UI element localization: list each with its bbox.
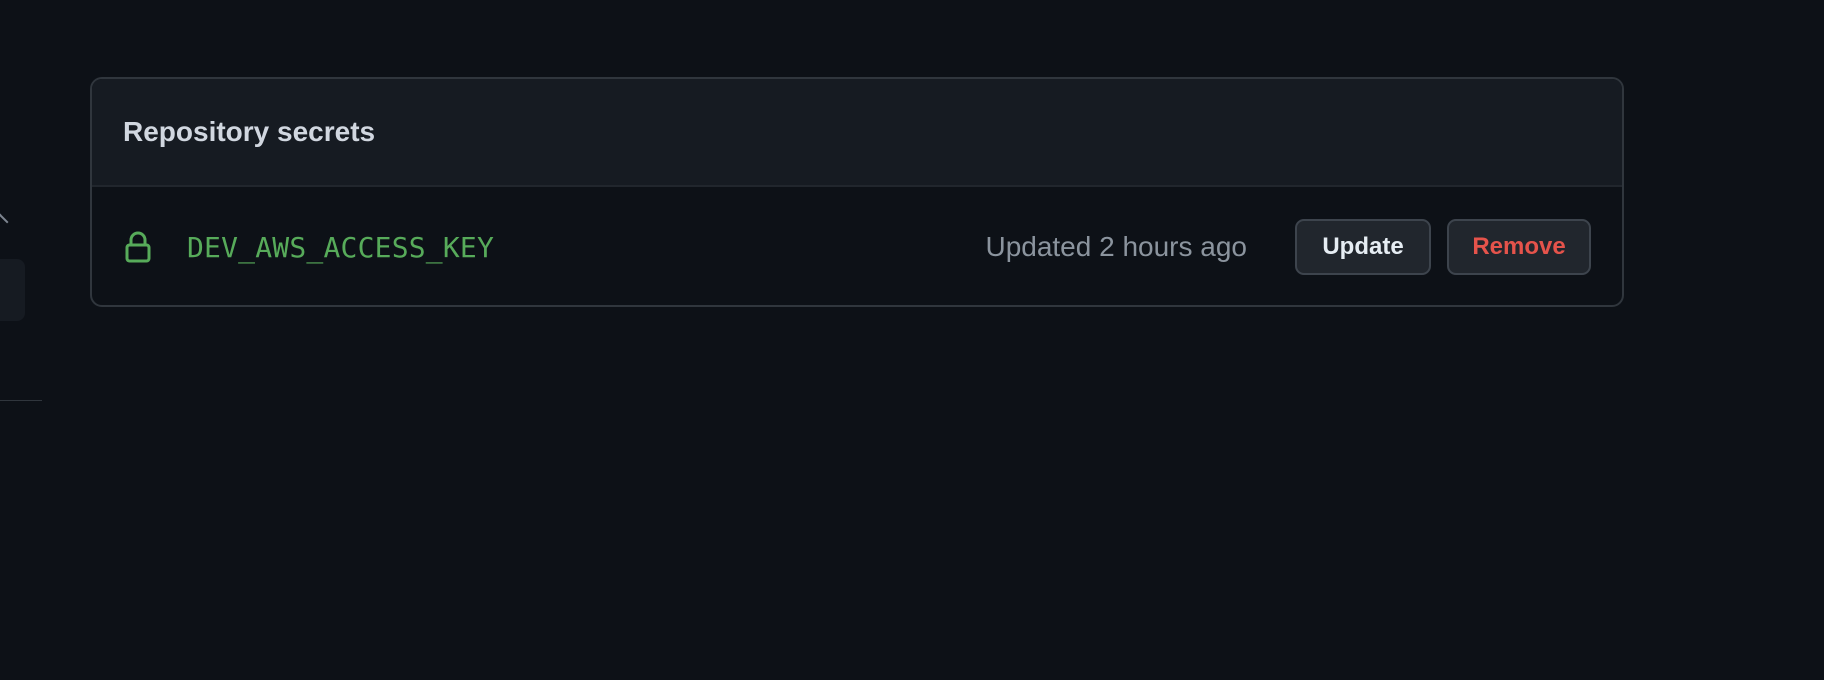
sidebar-divider — [0, 400, 42, 401]
secret-name: DEV_AWS_ACCESS_KEY — [187, 230, 495, 264]
lock-icon — [125, 231, 151, 263]
repository-secrets-panel: Repository secrets DEV_AWS_ACCESS_KEY Up… — [90, 77, 1624, 307]
secrets-header: Repository secrets — [92, 79, 1622, 187]
remove-secret-button[interactable]: Remove — [1447, 219, 1591, 275]
update-secret-button[interactable]: Update — [1295, 219, 1431, 275]
page: Repository secrets DEV_AWS_ACCESS_KEY Up… — [0, 0, 1824, 680]
secret-updated-time: Updated 2 hours ago — [985, 231, 1247, 262]
sidebar-active-item[interactable] — [0, 259, 25, 321]
secrets-title: Repository secrets — [123, 116, 376, 147]
sidebar-chevron-icon[interactable] — [0, 213, 9, 231]
secret-row: DEV_AWS_ACCESS_KEY Updated 2 hours ago U… — [92, 187, 1622, 305]
